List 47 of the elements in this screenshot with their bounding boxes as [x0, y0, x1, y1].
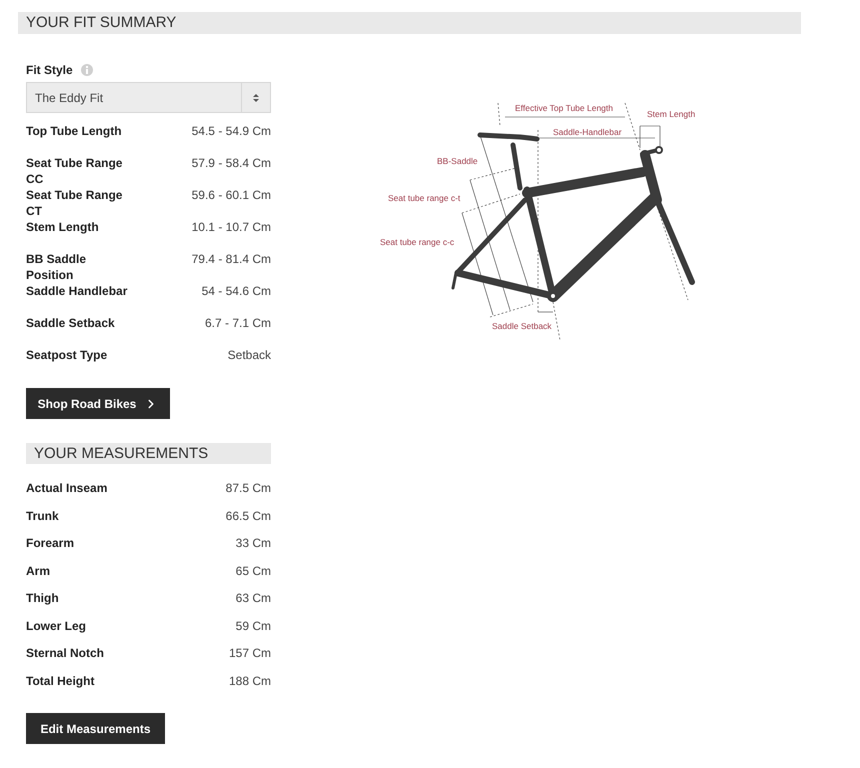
row-value: 87.5 Cm: [226, 480, 271, 496]
shop-road-bikes-button[interactable]: Shop Road Bikes: [26, 388, 170, 419]
row-label: Seat Tube Range CT: [26, 187, 124, 219]
diagram-label: Saddle-Handlebar: [553, 127, 622, 137]
row-label: Forearm: [26, 535, 76, 551]
diagram-label: Saddle Setback: [492, 321, 552, 331]
diagram-label: Stem Length: [647, 109, 696, 119]
row-label: Total Height: [26, 672, 96, 688]
row-label: Lower Leg: [26, 618, 88, 634]
info-icon[interactable]: [80, 64, 93, 76]
row-label: Saddle Setback: [26, 315, 116, 331]
section-header: YOUR FIT SUMMARY: [18, 12, 801, 34]
diagram-label: BB-Saddle: [437, 156, 478, 166]
diagram-label: Seat tube range c-t: [388, 193, 460, 203]
row-value: 188 Cm: [228, 672, 271, 688]
row-value: 6.7 - 7.1 Cm: [204, 315, 271, 331]
row-label: Stem Length: [26, 219, 100, 235]
diagram-label: Seat tube range c-c: [380, 237, 454, 247]
row-value: 66.5 Cm: [226, 508, 271, 524]
row-label: Saddle Handlebar: [26, 283, 128, 299]
row-value: 54.5 - 54.9 Cm: [192, 123, 271, 139]
row-value: 33 Cm: [236, 535, 271, 551]
row-value: Setback: [228, 347, 271, 363]
sort-arrows-icon: [253, 94, 259, 102]
row-label: Actual Inseam: [26, 480, 108, 496]
row-value: 54 - 54.6 Cm: [202, 283, 271, 299]
row-label: Thigh: [26, 590, 60, 606]
row-label: Seatpost Type: [26, 347, 108, 363]
row-label: Seat Tube Range CC: [26, 155, 124, 187]
field-label: Fit Style: [26, 62, 73, 79]
row-value: 10.1 - 10.7 Cm: [192, 219, 271, 235]
row-label: BB Saddle Position: [26, 251, 88, 283]
row-label: Top Tube Length: [26, 123, 123, 139]
row-label: Trunk: [26, 508, 60, 524]
section-header: YOUR MEASUREMENTS: [26, 443, 271, 464]
row-value: 79.4 - 81.4 Cm: [192, 251, 271, 267]
edit-measurements-button[interactable]: Edit Measurements: [26, 713, 165, 744]
row-value: 157 Cm: [228, 645, 271, 661]
row-label: Sternal Notch: [26, 645, 106, 661]
row-value: 65 Cm: [236, 562, 271, 578]
fit-style-select[interactable]: The Eddy Fit: [26, 82, 271, 113]
row-value: 57.9 - 58.4 Cm: [192, 155, 271, 171]
row-value: 59.6 - 60.1 Cm: [192, 187, 271, 203]
diagram-label: Effective Top Tube Length: [515, 103, 613, 113]
row-value: 59 Cm: [236, 618, 271, 634]
row-label: Arm: [26, 562, 52, 578]
row-value: 63 Cm: [236, 590, 271, 606]
